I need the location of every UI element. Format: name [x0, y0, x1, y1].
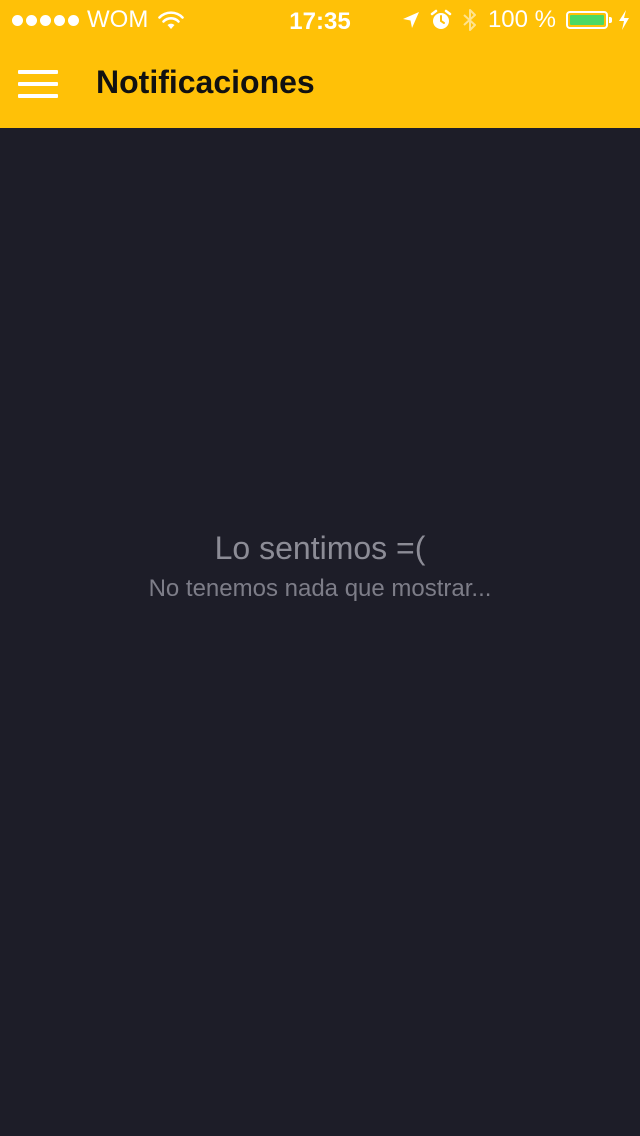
alarm-icon	[430, 9, 452, 29]
bluetooth-icon	[463, 9, 476, 31]
carrier-name: WOM	[87, 6, 149, 33]
empty-state-title: Lo sentimos =(	[214, 530, 426, 566]
status-bar: WOM 17:35 100 %	[0, 0, 640, 40]
app-bar: Notificaciones	[0, 40, 640, 128]
page-title: Notificaciones	[96, 64, 315, 100]
empty-state-subtitle: No tenemos nada que mostrar...	[148, 575, 492, 602]
status-left: WOM	[12, 6, 185, 33]
signal-dots-icon	[12, 14, 79, 26]
wifi-icon	[158, 11, 185, 29]
empty-state: Lo sentimos =( No tenemos nada que mostr…	[0, 526, 640, 606]
charging-bolt-icon	[619, 10, 629, 30]
battery-level	[570, 15, 604, 25]
hamburger-menu-icon[interactable]	[18, 68, 58, 100]
location-arrow-icon	[402, 12, 419, 28]
status-right: 100 %	[402, 6, 630, 33]
battery-icon	[566, 11, 612, 29]
battery-percent: 100 %	[487, 6, 556, 33]
